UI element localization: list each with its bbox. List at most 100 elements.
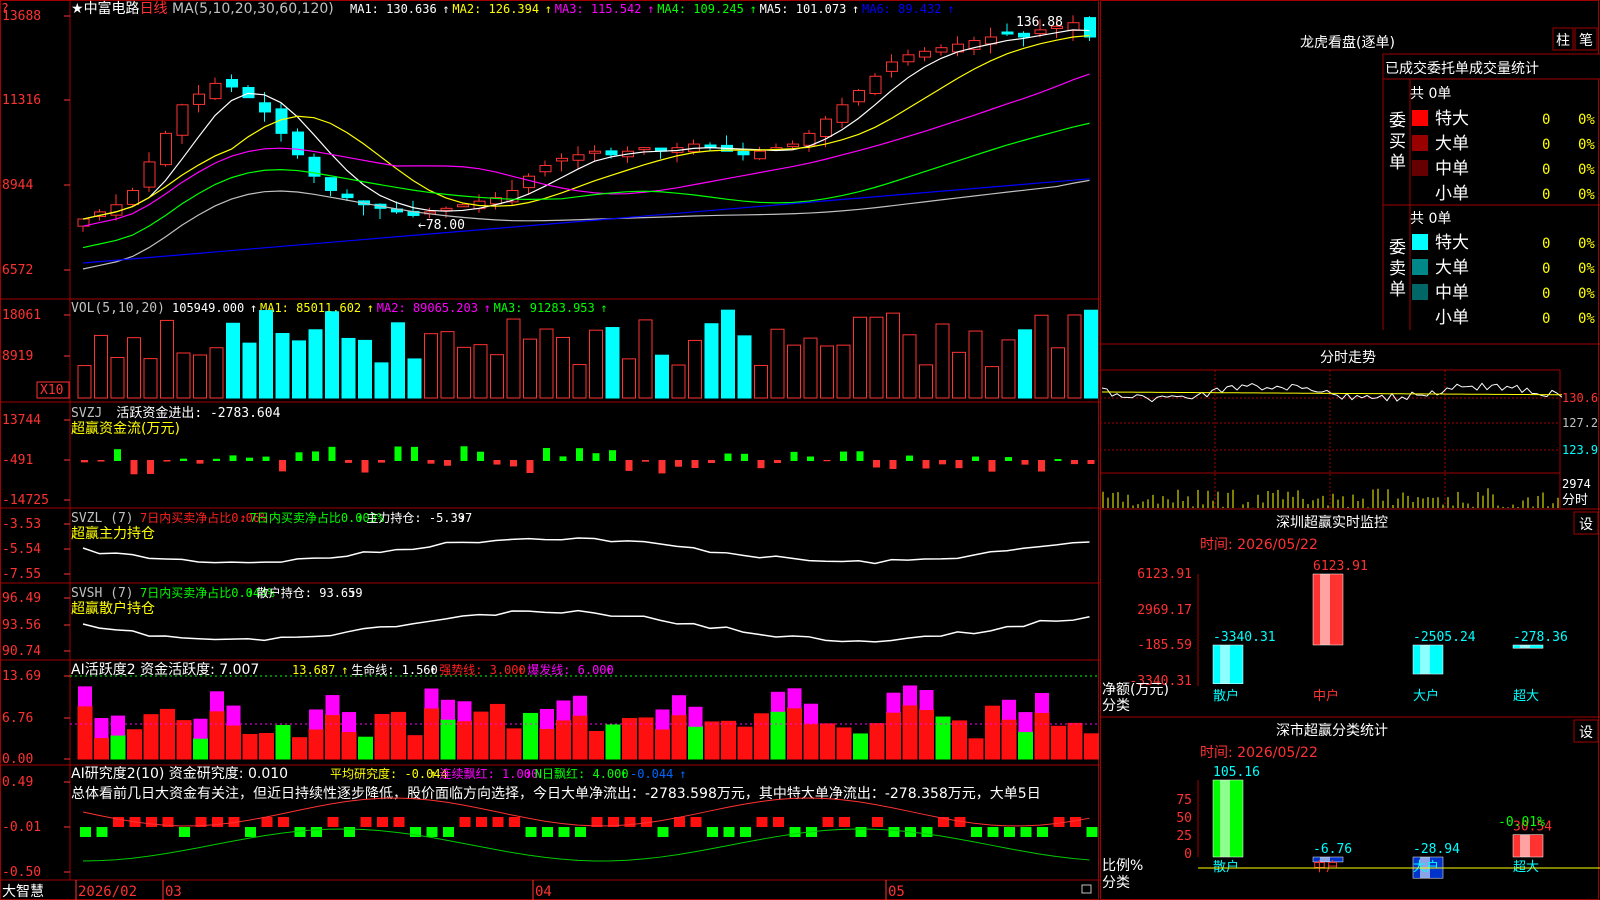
axis-tick-label: 13.69: [2, 669, 41, 684]
ai-burst-bar: [309, 709, 323, 730]
arrow-up-icon: ↑: [620, 767, 627, 781]
volume-bar: [671, 364, 686, 399]
ma-line: [82, 29, 1090, 220]
ai-bar: [176, 720, 192, 760]
flow-bar: [411, 446, 418, 461]
research-bar: [179, 827, 190, 837]
research-bar: [1086, 827, 1098, 837]
kline-chart-area[interactable]: ★中富电路日线 MA(5,10,20,30,60,120) MA1: 130.6…: [0, 0, 1100, 900]
volume-bar: [589, 329, 603, 399]
arrow-up-icon: ↑: [947, 2, 954, 16]
arrow-up-icon: ↑: [484, 301, 491, 315]
ai-bar: [853, 733, 868, 760]
legend-swatch: [1412, 309, 1428, 325]
axis-tick-label: -7.55: [2, 567, 41, 582]
flow-bar: [493, 460, 501, 465]
row-count: 0: [1542, 286, 1550, 302]
research-bar: [360, 817, 372, 827]
ai-burst-bar: [886, 692, 901, 713]
arrow-up-icon: ↑: [600, 301, 607, 315]
legend-swatch: [1412, 234, 1428, 250]
flow-bar: [213, 458, 220, 461]
flow-bar: [246, 457, 253, 461]
buy-total: 共 0单: [1410, 86, 1451, 102]
ai-bar: [655, 728, 670, 760]
ai-bar: [374, 713, 390, 760]
svzl-line: [82, 537, 1090, 565]
volume-bar: [226, 322, 240, 399]
volume-bar: [473, 344, 488, 399]
candle-up: [193, 93, 205, 105]
candle-down: [226, 79, 238, 88]
flow-bar: [609, 450, 616, 461]
side-label-char: 买: [1389, 132, 1406, 152]
ai-summary-text: 总体看前几日大资金有关注，但近日持续性逐步降低，股价面临方向选择，今日大单净流出…: [71, 785, 1041, 802]
flow-bar: [477, 451, 484, 461]
research-line: [82, 828, 1090, 862]
flow-bar: [741, 453, 748, 461]
axis-tick-label: -3.53: [2, 517, 41, 532]
row-pct: 0%: [1578, 137, 1595, 153]
flow-bar: [988, 460, 996, 472]
ma-caption: MA(5,10,20,30,60,120): [172, 1, 334, 17]
flow-bar: [807, 456, 814, 461]
ai-burst-bar: [804, 703, 818, 724]
ai-bar: [94, 737, 109, 760]
candle-down: [292, 131, 304, 156]
volume-bar: [572, 364, 587, 399]
volume-bar: [935, 323, 950, 399]
category-label: 超大: [1513, 689, 1539, 704]
legend-item: 强势线: 3.000: [439, 663, 526, 677]
ai-bar: [968, 738, 984, 760]
bar-value-label: -28.94: [1413, 842, 1460, 857]
arrow-up-icon: ↑: [429, 663, 436, 677]
ai-bar: [407, 735, 423, 760]
sz-class-settings-label: 设: [1579, 725, 1593, 741]
candle-up: [209, 82, 222, 100]
dragon-tiger-title: 龙虎看盘(逐单): [1300, 34, 1395, 51]
flow-bar: [543, 447, 550, 461]
volume-bars: [77, 309, 1098, 399]
research-bar: [872, 817, 883, 827]
arrow-up-icon: ↑: [442, 2, 449, 16]
star-icon: ★: [71, 1, 84, 17]
flow-bar: [1071, 460, 1078, 465]
bar-axis-tick: 6123.91: [1137, 567, 1192, 582]
ai-bar: [77, 705, 93, 760]
flow-bar: [790, 451, 798, 461]
flow-bar: [757, 460, 765, 469]
ai-bar: [869, 723, 885, 760]
axis-tick-label: 96.49: [2, 591, 41, 606]
flow-bar: [81, 460, 88, 463]
ai-bar: [275, 724, 291, 760]
axis-tick-label: 13744: [2, 413, 41, 428]
sz-class-chart: 7550250105.16散户-6.76中户-28.94大户30.54超大-0.…: [1176, 765, 1600, 879]
axis-tick-label: -0.01: [2, 820, 41, 835]
lock-icon[interactable]: [1081, 884, 1092, 894]
volume-bar: [407, 358, 422, 399]
research-bar: [492, 817, 504, 827]
legend-swatch: [1412, 110, 1428, 126]
research-bar: [212, 817, 223, 827]
flow-bar: [295, 452, 303, 461]
ma-lines: [82, 29, 1090, 270]
volume-bar: [869, 316, 884, 399]
ma-line: [82, 179, 1090, 270]
ai-active-bars: [77, 685, 1099, 760]
research-bar: [96, 827, 108, 837]
ai-bar: [209, 710, 225, 760]
svzl-header: SVZL (7): [71, 511, 134, 526]
volume-bar: [77, 365, 92, 399]
intraday-vol-tick: 2974: [1562, 477, 1591, 491]
vol-header: VOL(5,10,20): [71, 301, 165, 316]
volume-bar: [94, 334, 108, 399]
research-bar: [987, 827, 999, 837]
ai-bar: [556, 719, 571, 760]
candle-up: [160, 132, 172, 166]
date-label: 05: [888, 884, 905, 900]
candle-up: [853, 90, 865, 103]
bar-axis-tick: 0: [1184, 847, 1192, 862]
flow-bar: [889, 460, 897, 469]
brand-label: 大智慧: [2, 884, 44, 900]
flow-bar: [823, 460, 831, 462]
